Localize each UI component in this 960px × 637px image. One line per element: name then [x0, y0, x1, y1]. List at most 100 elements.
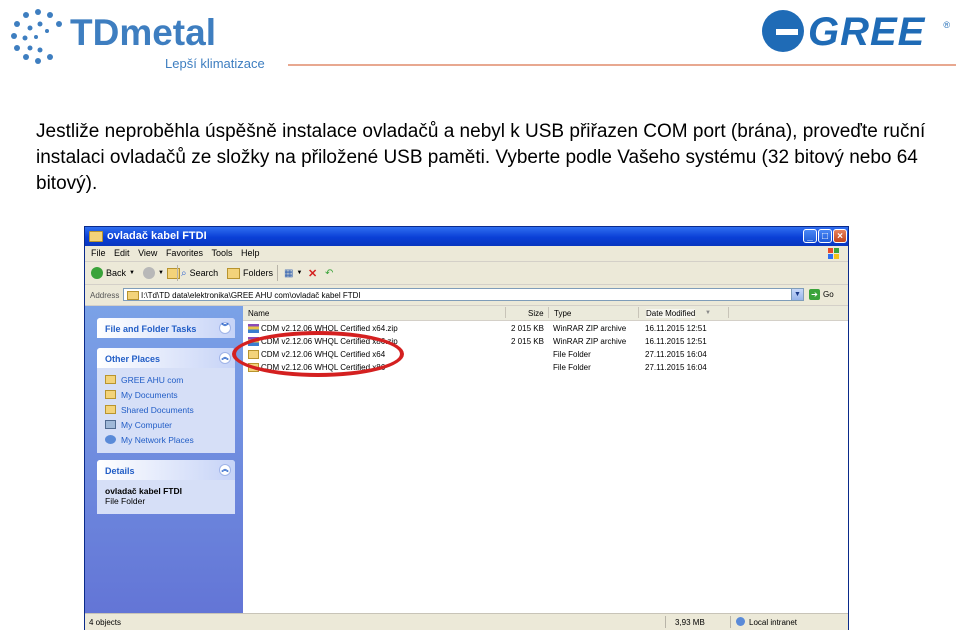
details-body: ovladač kabel FTDI File Folder [97, 480, 235, 514]
maximize-button[interactable]: □ [818, 229, 832, 243]
file-folder-tasks-header[interactable]: File and Folder Tasks ︾ [97, 318, 235, 338]
forward-button[interactable]: ▼ [143, 266, 164, 280]
up-folder-icon [167, 267, 180, 279]
title-bar[interactable]: ovladač kabel FTDI _ □ × [85, 227, 848, 246]
column-divider[interactable] [638, 307, 639, 318]
header-divider [288, 64, 956, 66]
close-button[interactable]: × [833, 229, 847, 243]
column-name[interactable]: Name [248, 309, 269, 318]
file-date: 16.11.2015 12:51 [645, 324, 707, 333]
window-title: ovladač kabel FTDI [107, 230, 207, 242]
back-label: Back [106, 268, 127, 278]
zip-archive-icon [248, 324, 259, 333]
menu-help[interactable]: Help [241, 248, 260, 258]
my-documents-icon [105, 390, 116, 399]
status-object-count: 4 objects [89, 618, 122, 627]
file-folder-tasks-panel: File and Folder Tasks ︾ [97, 318, 235, 338]
toolbar-separator [177, 265, 178, 281]
details-title: Details [105, 466, 135, 476]
up-folder-button[interactable] [167, 266, 180, 280]
other-places-header[interactable]: Other Places ︽ [97, 348, 235, 368]
folders-button[interactable]: Folders [227, 266, 273, 280]
forward-arrow-icon [143, 267, 155, 279]
tdmetal-logo-text: TDmetal [70, 12, 216, 53]
gree-logo: GREE ® [762, 8, 952, 56]
details-name: ovladač kabel FTDI [105, 486, 182, 496]
expand-chevron-icon[interactable]: ︾ [219, 322, 231, 334]
place-label: My Documents [121, 389, 178, 400]
other-places-list: GREE AHU com My Documents Shared Documen… [97, 368, 235, 453]
file-type: File Folder [553, 350, 591, 359]
go-arrow-icon: ➔ [809, 289, 820, 300]
explorer-window: ovladač kabel FTDI _ □ × File Edit View … [84, 226, 849, 630]
file-size: 2 015 KB [511, 337, 544, 346]
address-bar: Address I:\Td\TD data\elektronika\GREE A… [85, 285, 848, 306]
collapse-chevron-icon[interactable]: ︽ [219, 464, 231, 476]
status-zone: Local intranet [749, 618, 798, 627]
highlight-annotation [232, 331, 404, 377]
file-date: 16.11.2015 12:51 [645, 337, 707, 346]
instruction-text: Jestliže neproběhla úspěšně instalace ov… [36, 121, 926, 194]
search-label: Search [189, 268, 219, 278]
column-divider[interactable] [505, 307, 506, 318]
column-header-row: Name Size Type Date Modified ▼ [243, 306, 848, 321]
file-folder-tasks-title: File and Folder Tasks [105, 324, 197, 334]
my-computer-icon [105, 420, 116, 429]
collapse-chevron-icon[interactable]: ︽ [219, 352, 231, 364]
minimize-button[interactable]: _ [803, 229, 817, 243]
menu-bar: File Edit View Favorites Tools Help [85, 246, 848, 262]
network-places-icon [105, 435, 116, 444]
details-header[interactable]: Details ︽ [97, 460, 235, 480]
details-type: File Folder [105, 496, 146, 506]
place-label: My Network Places [121, 434, 194, 445]
other-places-panel: Other Places ︽ GREE AHU com My Documents… [97, 348, 235, 453]
views-button[interactable]: ▦ ▼ [284, 266, 302, 280]
menu-view[interactable]: View [138, 248, 157, 258]
menu-favorites[interactable]: Favorites [166, 248, 203, 258]
address-dropdown-button[interactable]: ▼ [791, 288, 804, 301]
gree-logo-text: GREE [808, 10, 926, 54]
chevron-down-icon: ▼ [129, 270, 135, 276]
gree-logo-registered: ® [943, 20, 950, 30]
file-size: 2 015 KB [511, 324, 544, 333]
folder-icon [127, 291, 139, 300]
undo-button[interactable]: ↶ [325, 266, 333, 280]
menu-tools[interactable]: Tools [211, 248, 232, 258]
place-label: GREE AHU com [121, 374, 184, 385]
tdmetal-logo-tagline: Lepší klimatizace [165, 56, 265, 71]
windows-flag-icon [828, 248, 839, 259]
details-panel: Details ︽ ovladač kabel FTDI File Folder [97, 460, 235, 514]
chevron-down-icon: ▼ [296, 270, 303, 276]
place-label: Shared Documents [121, 404, 194, 415]
place-my-documents[interactable]: My Documents [105, 387, 235, 402]
folder-icon [105, 375, 116, 384]
address-path: I:\Td\TD data\elektronika\GREE AHU com\o… [141, 291, 361, 300]
tdmetal-logo: TDmetal Lepší klimatizace [8, 6, 268, 72]
menu-file[interactable]: File [91, 248, 106, 258]
column-divider[interactable] [548, 307, 549, 318]
back-arrow-icon [91, 267, 103, 279]
column-divider[interactable] [728, 307, 729, 318]
back-button[interactable]: Back ▼ [91, 266, 135, 280]
column-type[interactable]: Type [554, 309, 571, 318]
column-date-modified[interactable]: Date Modified [646, 309, 696, 318]
views-icon: ▦ [284, 267, 294, 279]
menu-edit[interactable]: Edit [114, 248, 130, 258]
search-button[interactable]: ⌕ Search [181, 266, 218, 280]
place-my-computer[interactable]: My Computer [105, 417, 235, 432]
go-label: Go [823, 290, 834, 299]
place-my-network-places[interactable]: My Network Places [105, 432, 235, 447]
delete-button[interactable]: ✕ [308, 266, 317, 280]
place-gree-ahu-com[interactable]: GREE AHU com [105, 372, 235, 387]
file-date: 27.11.2015 16:04 [645, 350, 707, 359]
file-type: File Folder [553, 363, 591, 372]
column-size[interactable]: Size [528, 309, 544, 318]
folder-icon [89, 231, 103, 242]
place-shared-documents[interactable]: Shared Documents [105, 402, 235, 417]
go-button[interactable]: ➔ Go [809, 289, 834, 300]
address-input[interactable]: I:\Td\TD data\elektronika\GREE AHU com\o… [123, 288, 803, 301]
gree-logo-mark [762, 10, 804, 52]
toolbar-separator [277, 265, 278, 281]
status-size: 3,93 MB [675, 618, 705, 627]
status-divider [730, 616, 731, 628]
